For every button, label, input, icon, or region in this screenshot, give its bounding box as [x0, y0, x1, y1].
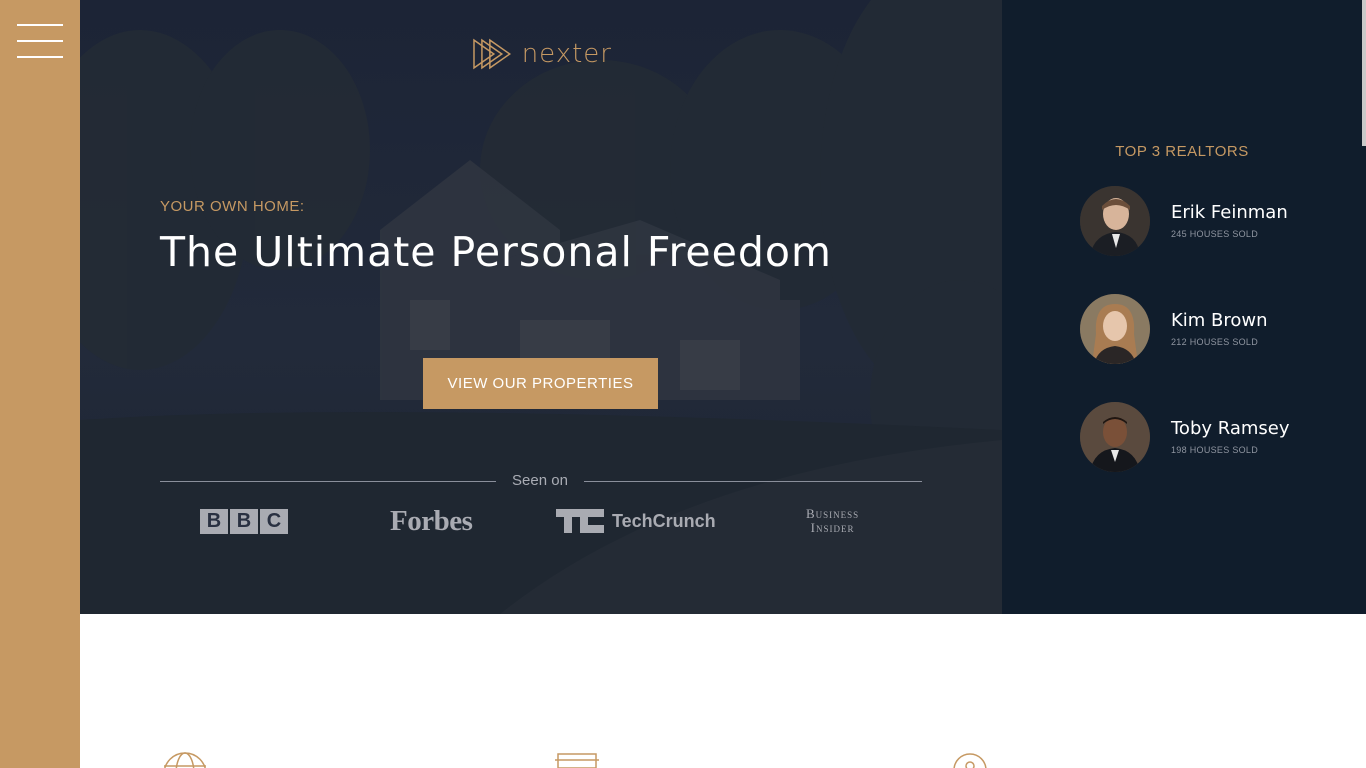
realtors-panel: TOP 3 REALTORS Erik Feinman 245 HOUSES S… [1002, 0, 1366, 614]
globe-icon [164, 752, 206, 768]
location-pin-icon [953, 753, 987, 768]
realtor-name: Kim Brown [1171, 310, 1268, 331]
realtors-heading: TOP 3 REALTORS [1115, 143, 1249, 160]
bbc-logo-letter: C [260, 509, 288, 534]
divider-line [584, 481, 922, 482]
realtor-item[interactable]: Erik Feinman 245 HOUSES SOLD [1080, 186, 1360, 258]
bbc-logo-letter: B [230, 509, 258, 534]
techcrunch-text: TechCrunch [612, 510, 716, 531]
business-insider-line: Business [806, 506, 860, 521]
features-section [80, 614, 1366, 768]
scrollbar-thumb[interactable] [1362, 0, 1366, 146]
view-properties-button[interactable]: VIEW OUR PROPERTIES [423, 358, 658, 409]
hero-subtitle: YOUR OWN HOME: [160, 198, 305, 215]
realtor-houses-sold: 212 HOUSES SOLD [1171, 337, 1259, 347]
realtor-item[interactable]: Kim Brown 212 HOUSES SOLD [1080, 294, 1360, 366]
techcrunch-logo: TechCrunch [556, 509, 716, 533]
menu-line [17, 24, 63, 26]
realtor-houses-sold: 245 HOUSES SOLD [1171, 229, 1259, 239]
avatar [1080, 186, 1150, 256]
logo[interactable]: nexter [472, 36, 612, 72]
business-insider-line: Insider [810, 520, 855, 535]
logo-text: nexter [521, 39, 612, 69]
house-icon [555, 753, 599, 768]
realtor-item[interactable]: Toby Ramsey 198 HOUSES SOLD [1080, 402, 1360, 474]
hero-section: nexter YOUR OWN HOME: The Ultimate Perso… [80, 0, 1002, 614]
realtor-houses-sold: 198 HOUSES SOLD [1171, 445, 1259, 455]
logo-icon [473, 38, 512, 70]
realtor-name: Toby Ramsey [1171, 418, 1290, 439]
bbc-logo: B B C [200, 509, 288, 534]
avatar [1080, 402, 1150, 472]
divider-line [160, 481, 496, 482]
business-insider-logo: Business Insider [806, 507, 859, 535]
hero-title: The Ultimate Personal Freedom [160, 228, 832, 276]
seen-on-label: Seen on [512, 472, 568, 489]
hamburger-menu-icon[interactable] [17, 24, 63, 60]
avatar [1080, 294, 1150, 364]
forbes-logo: Forbes [390, 505, 473, 537]
bbc-logo-letter: B [200, 509, 228, 534]
techcrunch-mark-icon [556, 509, 604, 533]
sidebar [0, 0, 80, 768]
realtor-name: Erik Feinman [1171, 202, 1288, 223]
menu-line [17, 40, 63, 42]
menu-line [17, 56, 63, 58]
